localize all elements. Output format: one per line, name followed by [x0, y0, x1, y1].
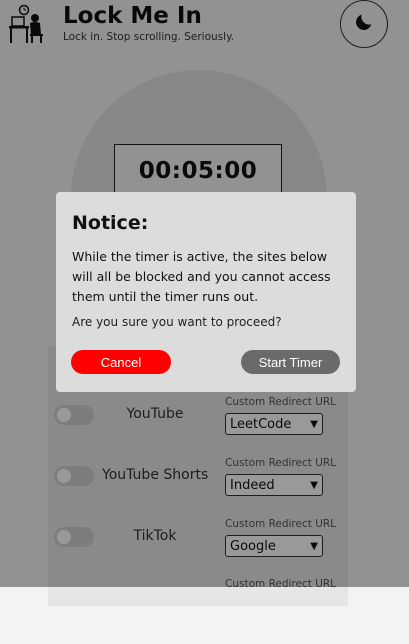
site-row-partial: Custom Redirect URL	[48, 578, 348, 644]
modal-confirm-text: Are you sure you want to proceed?	[72, 315, 282, 329]
modal-body: While the timer is active, the sites bel…	[72, 249, 331, 304]
start-timer-button[interactable]: Start Timer	[241, 350, 340, 374]
modal-title: Notice:	[72, 212, 149, 234]
cancel-button[interactable]: Cancel	[71, 350, 171, 374]
notice-modal: Notice: While the timer is active, the s…	[56, 192, 356, 392]
